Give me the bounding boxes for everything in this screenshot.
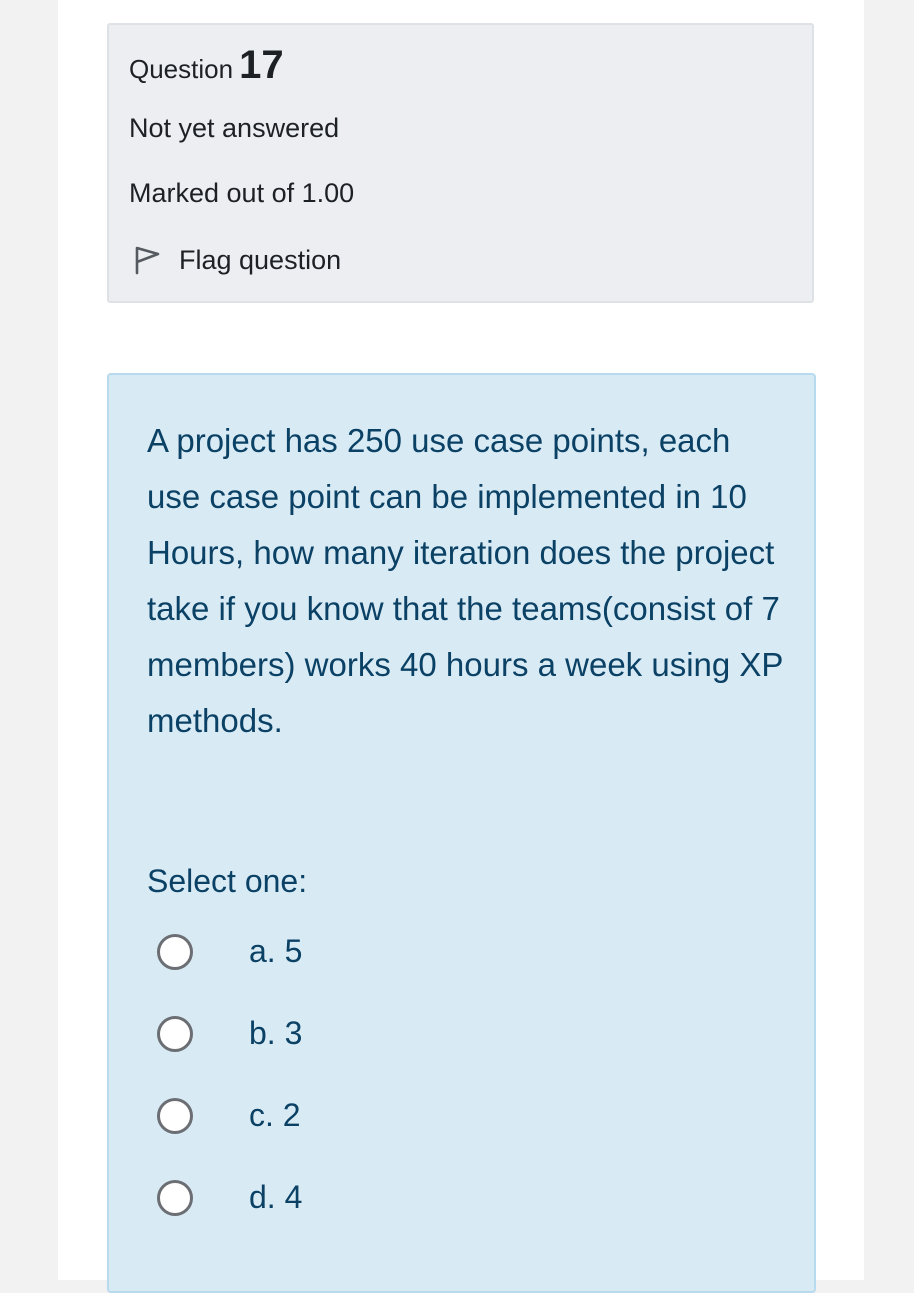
question-info-panel: Question 17 Not yet answered Marked out o… (107, 23, 814, 303)
select-prompt: Select one: (147, 863, 308, 899)
answer-radio-b[interactable] (157, 1015, 193, 1052)
answer-label-d: d. 4 (249, 1179, 303, 1215)
answer-option-b[interactable]: b. 3 (157, 1015, 302, 1052)
answer-label-b: b. 3 (249, 1015, 303, 1051)
answer-radio-c[interactable] (157, 1097, 193, 1134)
answer-option-d[interactable]: d. 4 (157, 1179, 302, 1216)
flag-question-button[interactable]: Flag question (129, 243, 341, 277)
answer-radio-d[interactable] (157, 1179, 193, 1216)
question-state: Not yet answered (129, 113, 340, 143)
answer-label-c: c. 2 (249, 1097, 301, 1133)
question-text: A project has 250 use case points, each … (147, 422, 783, 739)
answer-option-c[interactable]: c. 2 (157, 1097, 301, 1134)
answer-option-a[interactable]: a. 5 (157, 933, 302, 970)
flag-icon (129, 243, 163, 277)
question-title: Question 17 (129, 43, 284, 88)
question-formulation: A project has 250 use case points, each … (107, 373, 816, 1293)
answer-label-a: a. 5 (249, 933, 303, 969)
question-grade: Marked out of 1.00 (129, 178, 355, 208)
answer-radio-a[interactable] (157, 933, 193, 970)
question-number: 17 (239, 43, 284, 87)
flag-question-label: Flag question (179, 244, 342, 275)
question-label: Question (129, 54, 234, 84)
